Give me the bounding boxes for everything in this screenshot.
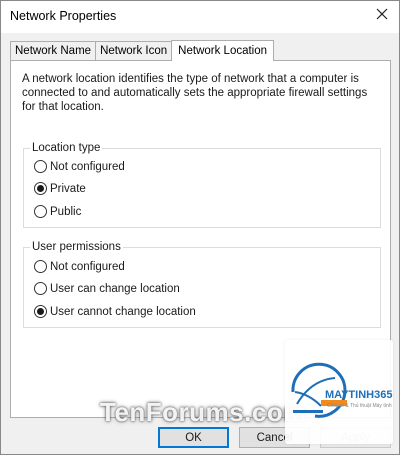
permission-not-configured-option[interactable]: Not configured bbox=[34, 260, 125, 273]
option-label: Not configured bbox=[50, 260, 125, 273]
radio-button[interactable] bbox=[34, 260, 47, 273]
tab-network-icon[interactable]: Network Icon bbox=[95, 41, 173, 60]
option-label: Private bbox=[50, 182, 86, 195]
permission-user-cannot-change-option[interactable]: User cannot change location bbox=[34, 305, 196, 318]
tab-network-name[interactable]: Network Name bbox=[10, 41, 97, 60]
radio-button[interactable] bbox=[34, 182, 47, 195]
location-type-group: Location type Not configured Private Pub… bbox=[23, 141, 381, 228]
radio-selected-dot bbox=[37, 308, 44, 315]
logo-name: MAYTINH365 bbox=[325, 389, 393, 401]
radio-button[interactable] bbox=[34, 305, 47, 318]
network-properties-dialog: Network Properties Network Name Network … bbox=[0, 0, 400, 455]
location-type-label: Location type bbox=[30, 141, 103, 155]
tab-strip: Network Name Network Icon Network Locati… bbox=[10, 40, 275, 61]
ok-button[interactable]: OK bbox=[158, 427, 229, 448]
location-public-option[interactable]: Public bbox=[34, 205, 81, 218]
close-button[interactable] bbox=[365, 1, 399, 27]
radio-button[interactable] bbox=[34, 160, 47, 173]
tab-network-location[interactable]: Network Location bbox=[171, 40, 275, 61]
radio-selected-dot bbox=[37, 185, 44, 192]
description-text: A network location identifies the type o… bbox=[22, 73, 368, 113]
location-private-option[interactable]: Private bbox=[34, 182, 86, 195]
user-permissions-group: User permissions Not configured User can… bbox=[23, 240, 381, 328]
window-title: Network Properties bbox=[10, 9, 117, 23]
option-label: User cannot change location bbox=[50, 305, 196, 318]
user-permissions-label: User permissions bbox=[30, 240, 123, 254]
option-label: Not configured bbox=[50, 160, 125, 173]
option-label: User can change location bbox=[50, 282, 180, 295]
radio-button[interactable] bbox=[34, 282, 47, 295]
maytinh365-watermark-logo: MAYTINH365 Chia sẻ & Thủ thuật Máy tính bbox=[285, 340, 393, 444]
title-bar: Network Properties bbox=[1, 1, 399, 33]
tenforums-watermark: TenForums.com bbox=[100, 397, 307, 427]
radio-button[interactable] bbox=[34, 205, 47, 218]
option-label: Public bbox=[50, 205, 82, 218]
location-not-configured-option[interactable]: Not configured bbox=[34, 160, 125, 173]
logo-tagline: Chia sẻ & Thủ thuật Máy tính bbox=[327, 403, 392, 409]
close-icon bbox=[376, 8, 388, 20]
permission-user-can-change-option[interactable]: User can change location bbox=[34, 282, 180, 295]
